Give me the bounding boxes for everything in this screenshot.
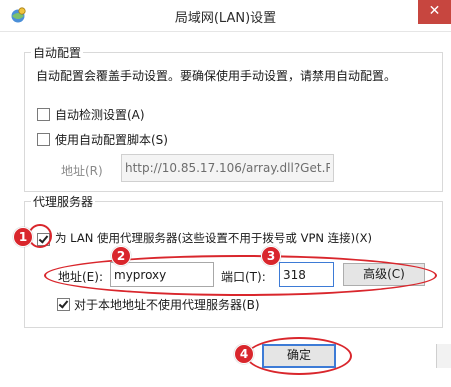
proxy-group-label: 代理服务器 xyxy=(31,193,96,210)
close-button[interactable]: ✕ xyxy=(418,0,451,24)
bypass-local-label[interactable]: 对于本地地址不使用代理服务器(B) xyxy=(74,296,260,313)
annotation-badge-1: 1 xyxy=(13,227,33,247)
use-proxy-label[interactable]: 为 LAN 使用代理服务器(这些设置不用于拨号或 VPN 连接)(X) xyxy=(55,230,372,246)
proxy-address-field[interactable] xyxy=(110,262,214,287)
close-icon: ✕ xyxy=(428,3,441,19)
proxy-port-label: 端口(T): xyxy=(221,270,266,284)
script-address-label: 地址(R) xyxy=(61,164,103,178)
annotation-badge-3: 3 xyxy=(261,246,281,266)
window-title: 局域网(LAN)设置 xyxy=(174,11,277,26)
bypass-local-checkbox[interactable] xyxy=(57,298,70,311)
proxy-port-field[interactable] xyxy=(279,262,334,287)
proxy-address-label: 地址(E): xyxy=(58,270,103,284)
cancel-button-edge[interactable] xyxy=(436,344,451,368)
auto-config-description: 自动配置会覆盖手动设置。要确保使用手动设置，请禁用自动配置。 xyxy=(36,69,397,83)
auto-detect-checkbox[interactable] xyxy=(37,108,50,121)
ok-button[interactable]: 确定 xyxy=(262,344,336,368)
auto-config-group-label: 自动配置 xyxy=(31,44,84,61)
title-bar: 局域网(LAN)设置 ✕ xyxy=(0,0,451,32)
annotation-badge-2: 2 xyxy=(111,246,131,266)
use-proxy-checkbox[interactable] xyxy=(37,233,50,246)
auto-detect-label[interactable]: 自动检测设置(A) xyxy=(55,106,145,123)
auto-script-checkbox[interactable] xyxy=(37,133,50,146)
script-address-field[interactable] xyxy=(121,154,334,182)
annotation-badge-4: 4 xyxy=(234,344,254,364)
advanced-button[interactable]: 高级(C) xyxy=(343,263,425,286)
auto-script-label[interactable]: 使用自动配置脚本(S) xyxy=(55,131,168,148)
